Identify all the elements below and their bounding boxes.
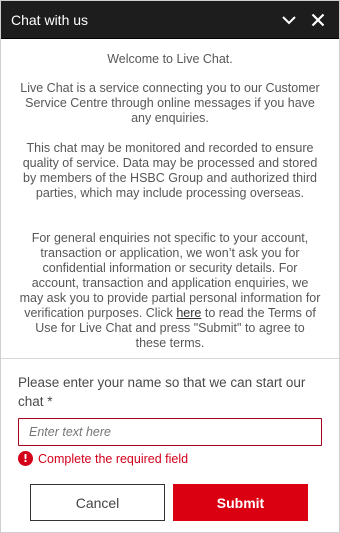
terms-link[interactable]: here xyxy=(176,306,201,320)
service-description: Live Chat is a service connecting you to… xyxy=(20,81,320,125)
name-input[interactable] xyxy=(18,418,322,446)
chat-title: Chat with us xyxy=(11,12,89,28)
chat-intro-panel[interactable]: Welcome to Live Chat. Live Chat is a ser… xyxy=(1,39,339,357)
minimize-button[interactable] xyxy=(278,9,300,31)
chat-window: Chat with us Welcome to Live Chat. Live … xyxy=(0,0,340,533)
submit-button[interactable]: Submit xyxy=(173,484,308,521)
name-field-label: Please enter your name so that we can st… xyxy=(18,375,306,409)
welcome-text: Welcome to Live Chat. xyxy=(107,52,233,66)
chat-header: Chat with us xyxy=(1,1,339,39)
enquiry-notice: For general enquiries not specific to yo… xyxy=(19,231,321,351)
exclamation-icon: ! xyxy=(18,451,33,466)
error-text: Complete the required field xyxy=(38,451,189,466)
close-icon xyxy=(311,13,325,27)
close-button[interactable] xyxy=(307,9,329,31)
monitoring-notice: This chat may be monitored and recorded … xyxy=(22,141,318,200)
validation-error: ! Complete the required field xyxy=(18,451,188,466)
cancel-button[interactable]: Cancel xyxy=(30,484,165,521)
section-divider xyxy=(1,358,339,359)
chevron-down-icon xyxy=(282,16,296,25)
